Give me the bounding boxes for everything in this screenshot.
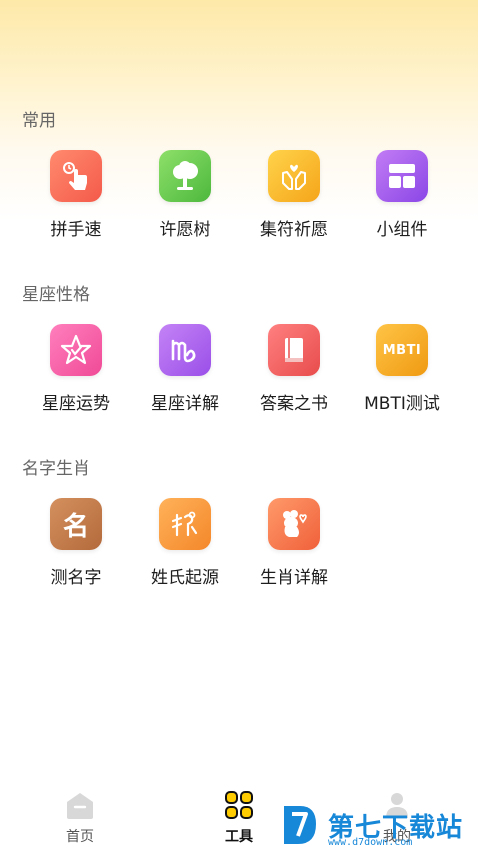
tool-label: 拼手速 [50,220,102,240]
rat-icon [268,498,320,550]
watermark-logo: 第七下载站 www.d7down.com [280,800,478,850]
watermark-url: www.d7down.com [328,837,413,848]
tool-widgets[interactable]: 小组件 [347,150,457,250]
common-tools-grid: 拼手速 许愿树 集符祈愿 小组件 [0,150,478,250]
tool-label: 生肖详解 [260,568,328,588]
mbti-icon: MBTI [376,324,428,376]
tools-grid-icon [225,791,253,819]
home-icon [67,793,93,819]
section-title-name-zodiac: 名字生肖 [22,459,90,479]
book-icon [268,324,320,376]
tree-icon [159,150,211,202]
name-char-icon: 名 [50,498,102,550]
tool-tap-speed[interactable]: 拼手速 [21,150,131,250]
tool-label: 答案之书 [260,394,328,414]
tool-label: 星座运势 [42,394,110,414]
tab-tools[interactable]: 工具 [199,790,279,846]
tool-label: 小组件 [376,220,428,240]
praying-hands-icon [268,150,320,202]
virgo-symbol-icon [159,324,211,376]
section-title-constellation: 星座性格 [22,285,90,305]
tool-label: 集符祈愿 [260,220,328,240]
tool-label: 许愿树 [159,220,211,240]
tab-home[interactable]: 首页 [40,790,120,846]
star-icon [50,324,102,376]
d7-logo-icon [284,806,316,844]
tool-horoscope[interactable]: 星座运势 [21,324,131,424]
tab-label: 工具 [225,829,253,845]
tool-label: 姓氏起源 [151,568,219,588]
tool-surname-origin[interactable]: 姓氏起源 [130,498,240,598]
tool-wish-tree[interactable]: 许愿树 [130,150,240,250]
tool-constellation-detail[interactable]: 星座详解 [130,324,240,424]
tool-zodiac-detail[interactable]: 生肖详解 [239,498,349,598]
tool-collect-charm[interactable]: 集符祈愿 [239,150,349,250]
tab-label: 首页 [66,829,94,845]
widget-grid-icon [376,150,428,202]
tool-label: 星座详解 [151,394,219,414]
tool-label: 测名字 [50,568,102,588]
ancient-script-icon [159,498,211,550]
section-title-common: 常用 [22,111,56,131]
tool-book-of-answers[interactable]: 答案之书 [239,324,349,424]
tool-label: MBTI测试 [364,394,440,414]
tool-name-test[interactable]: 名 测名字 [21,498,131,598]
tap-finger-icon [50,150,102,202]
constellation-tools-grid: 星座运势 星座详解 答案之书 MBTI MBTI测试 [0,324,478,424]
name-zodiac-tools-grid: 名 测名字 姓氏起源 生肖详解 [0,498,478,598]
tool-mbti-test[interactable]: MBTI MBTI测试 [347,324,457,424]
